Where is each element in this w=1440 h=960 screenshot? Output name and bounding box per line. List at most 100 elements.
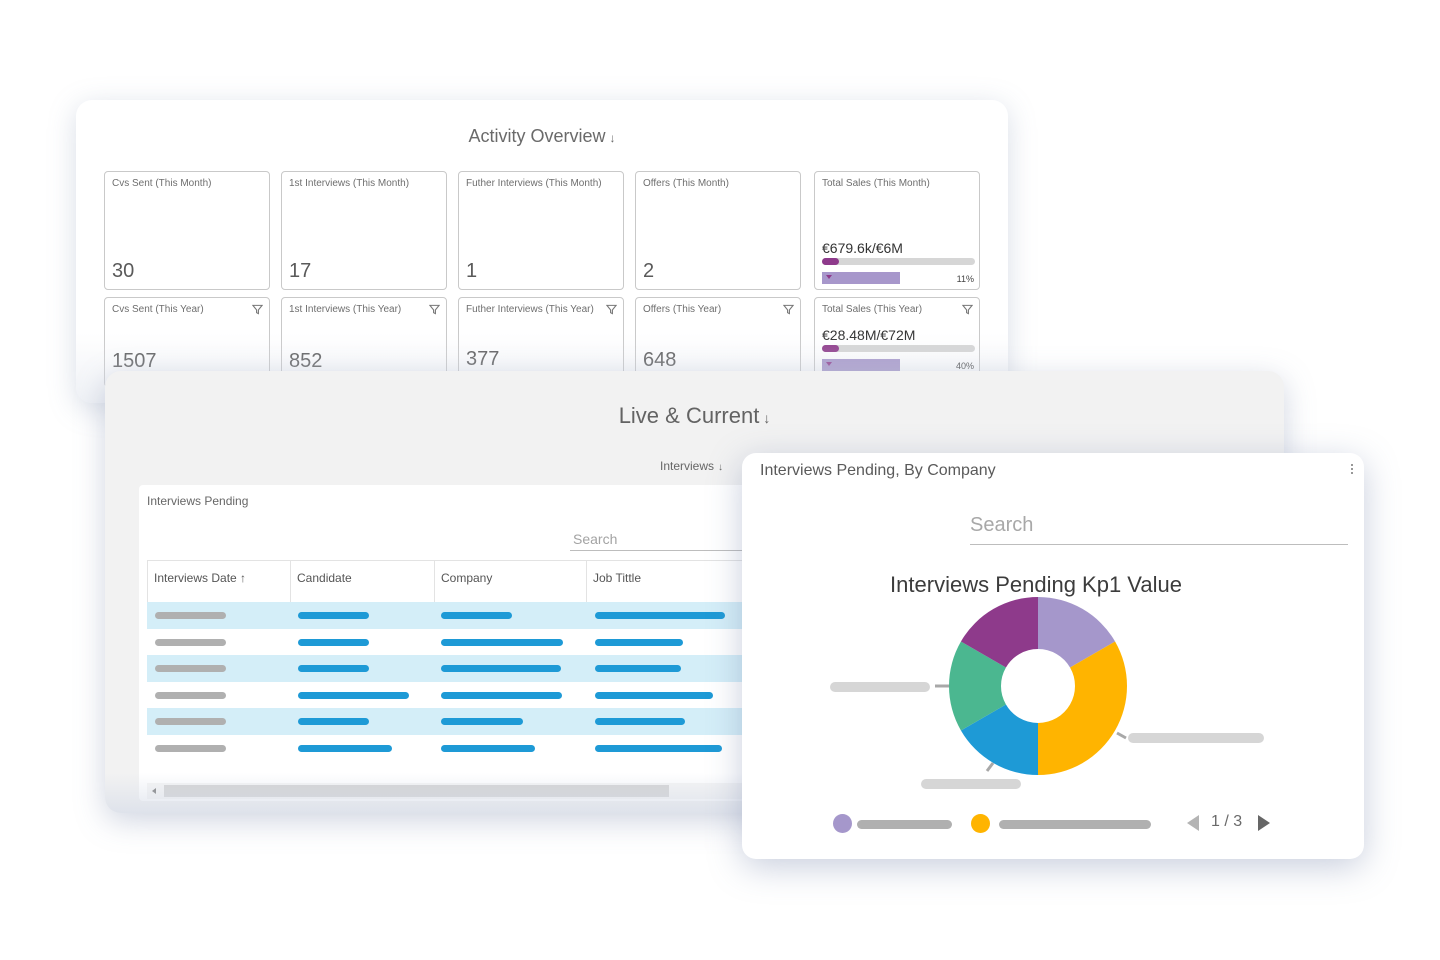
sales-target-bar (822, 272, 900, 284)
kpi-value: 852 (289, 350, 323, 372)
kpi-value: 1507 (112, 350, 157, 372)
table-search[interactable] (570, 529, 770, 551)
sales-target-bar (822, 359, 900, 371)
slice-label-placeholder-2 (921, 779, 1021, 789)
cell-placeholder (298, 612, 369, 619)
chevron-left-icon[interactable] (1187, 815, 1199, 831)
cell-placeholder (298, 718, 369, 725)
kpi-label: 1st Interviews (This Year) (289, 304, 402, 315)
cell-placeholder (441, 691, 562, 699)
arrow-down-icon: ↓ (609, 131, 616, 145)
leader-line-2 (985, 762, 995, 772)
filter-icon[interactable] (429, 304, 440, 315)
slice-label-placeholder-1 (1128, 733, 1264, 743)
column-header-candidate[interactable]: Candidate (291, 561, 435, 603)
kpi-value: 2 (643, 260, 655, 282)
sales-percent: 40% (955, 361, 974, 371)
cell-placeholder (155, 718, 226, 725)
legend-swatch[interactable] (833, 814, 852, 833)
arrow-down-icon: ↓ (763, 410, 771, 426)
cell-placeholder (155, 612, 226, 619)
cell-placeholder (155, 744, 226, 752)
live-current-title-text: Live & Current (618, 403, 760, 428)
kpi-label: Offers (This Year) (643, 304, 722, 315)
kpi-card-total-sales-month[interactable]: Total Sales (This Month) €679.6k/€6M 11% (814, 171, 980, 290)
slice-label-placeholder-0 (830, 682, 930, 692)
filter-icon[interactable] (783, 304, 794, 315)
filter-icon[interactable] (962, 304, 973, 315)
kpi-card-cvs-sent-month[interactable]: Cvs Sent (This Month) 30 (104, 171, 270, 290)
kpi-value: 377 (466, 348, 500, 370)
cell-placeholder (155, 638, 226, 646)
cell-placeholder (595, 718, 685, 725)
leader-line-1 (1116, 731, 1127, 740)
triangle-marker-icon (826, 362, 832, 366)
sales-progress-fill (822, 345, 839, 352)
cell-placeholder (595, 638, 683, 646)
filter-icon[interactable] (606, 304, 617, 315)
live-current-title[interactable]: Live & Current ↓ (105, 403, 1284, 429)
chart-legend: 1 / 3 (742, 811, 1364, 835)
table-row[interactable] (147, 602, 779, 629)
legend-label-placeholder (999, 820, 1151, 829)
cell-placeholder (155, 665, 226, 672)
kpi-card-1st-interviews-month[interactable]: 1st Interviews (This Month) 17 (281, 171, 447, 290)
activity-overview-title[interactable]: Activity Overview ↓ (76, 126, 1008, 147)
legend-label-placeholder (857, 820, 952, 829)
card-title: Interviews Pending, By Company (760, 462, 996, 479)
sales-progress-bar (822, 345, 975, 352)
donut-slices (949, 597, 1127, 775)
donut-slice-1[interactable] (1038, 641, 1127, 776)
arrow-down-icon: ↓ (718, 462, 724, 473)
kpi-label: Offers (This Month) (643, 178, 729, 189)
chart-search-input[interactable] (970, 509, 1348, 541)
dashboard-stage: Activity Overview ↓ Cvs Sent (This Month)… (0, 0, 1440, 960)
kpi-label: Total Sales (This Year) (822, 304, 923, 315)
chart-search[interactable] (970, 509, 1348, 545)
column-header-company[interactable]: Company (435, 561, 587, 603)
sales-progress-bar (822, 258, 975, 265)
cell-placeholder (595, 612, 725, 619)
kpi-card-offers-month[interactable]: Offers (This Month) 2 (635, 171, 801, 290)
chevron-right-icon[interactable] (1258, 815, 1270, 831)
table-row[interactable] (147, 655, 779, 682)
sales-progress-fill (822, 258, 839, 265)
cell-placeholder (155, 691, 226, 699)
kpi-label: Cvs Sent (This Year) (112, 304, 204, 315)
cell-placeholder (298, 744, 392, 752)
cell-placeholder (441, 665, 561, 672)
more-vertical-icon[interactable] (1350, 463, 1354, 477)
cell-placeholder (298, 638, 369, 646)
kpi-label: 1st Interviews (This Month) (289, 178, 410, 189)
activity-overview-panel: Activity Overview ↓ Cvs Sent (This Month)… (76, 100, 1008, 403)
table-header: Interviews Date ↑ Candidate Company Job … (147, 560, 779, 603)
activity-overview-title-text: Activity Overview (468, 126, 606, 146)
cell-placeholder (441, 718, 523, 725)
kpi-value: 30 (112, 260, 135, 282)
table-search-input[interactable] (570, 529, 770, 549)
table-row[interactable] (147, 735, 779, 762)
interviews-tab[interactable]: Interviews ↓ (660, 459, 723, 473)
kpi-value: 648 (643, 349, 677, 371)
cell-placeholder (298, 665, 369, 672)
kpi-label: Total Sales (This Month) (822, 178, 930, 189)
card-title: Interviews Pending (147, 494, 249, 508)
sales-value: €28.48M/€72M (822, 327, 916, 343)
kpi-value: 17 (289, 260, 312, 282)
cell-placeholder (595, 744, 722, 752)
table-row[interactable] (147, 629, 779, 656)
kpi-value: 1 (466, 260, 478, 282)
kpi-label: Cvs Sent (This Month) (112, 178, 212, 189)
kpi-card-further-interviews-month[interactable]: Futher Interviews (This Month) 1 (458, 171, 624, 290)
kpi-label: Futher Interviews (This Year) (466, 304, 594, 315)
legend-swatch[interactable] (971, 814, 990, 833)
sales-value: €679.6k/€6M (822, 240, 903, 256)
interviews-pending-card: Interviews Pending Interviews Date ↑ Can… (139, 485, 779, 801)
table-row[interactable] (147, 708, 779, 735)
cell-placeholder (298, 691, 409, 699)
table-row[interactable] (147, 682, 779, 709)
interviews-table: Interviews Date ↑ Candidate Company Job … (147, 560, 779, 761)
cell-placeholder (441, 612, 512, 619)
filter-icon[interactable] (252, 304, 263, 315)
column-header-interviews-date[interactable]: Interviews Date ↑ (148, 561, 291, 603)
